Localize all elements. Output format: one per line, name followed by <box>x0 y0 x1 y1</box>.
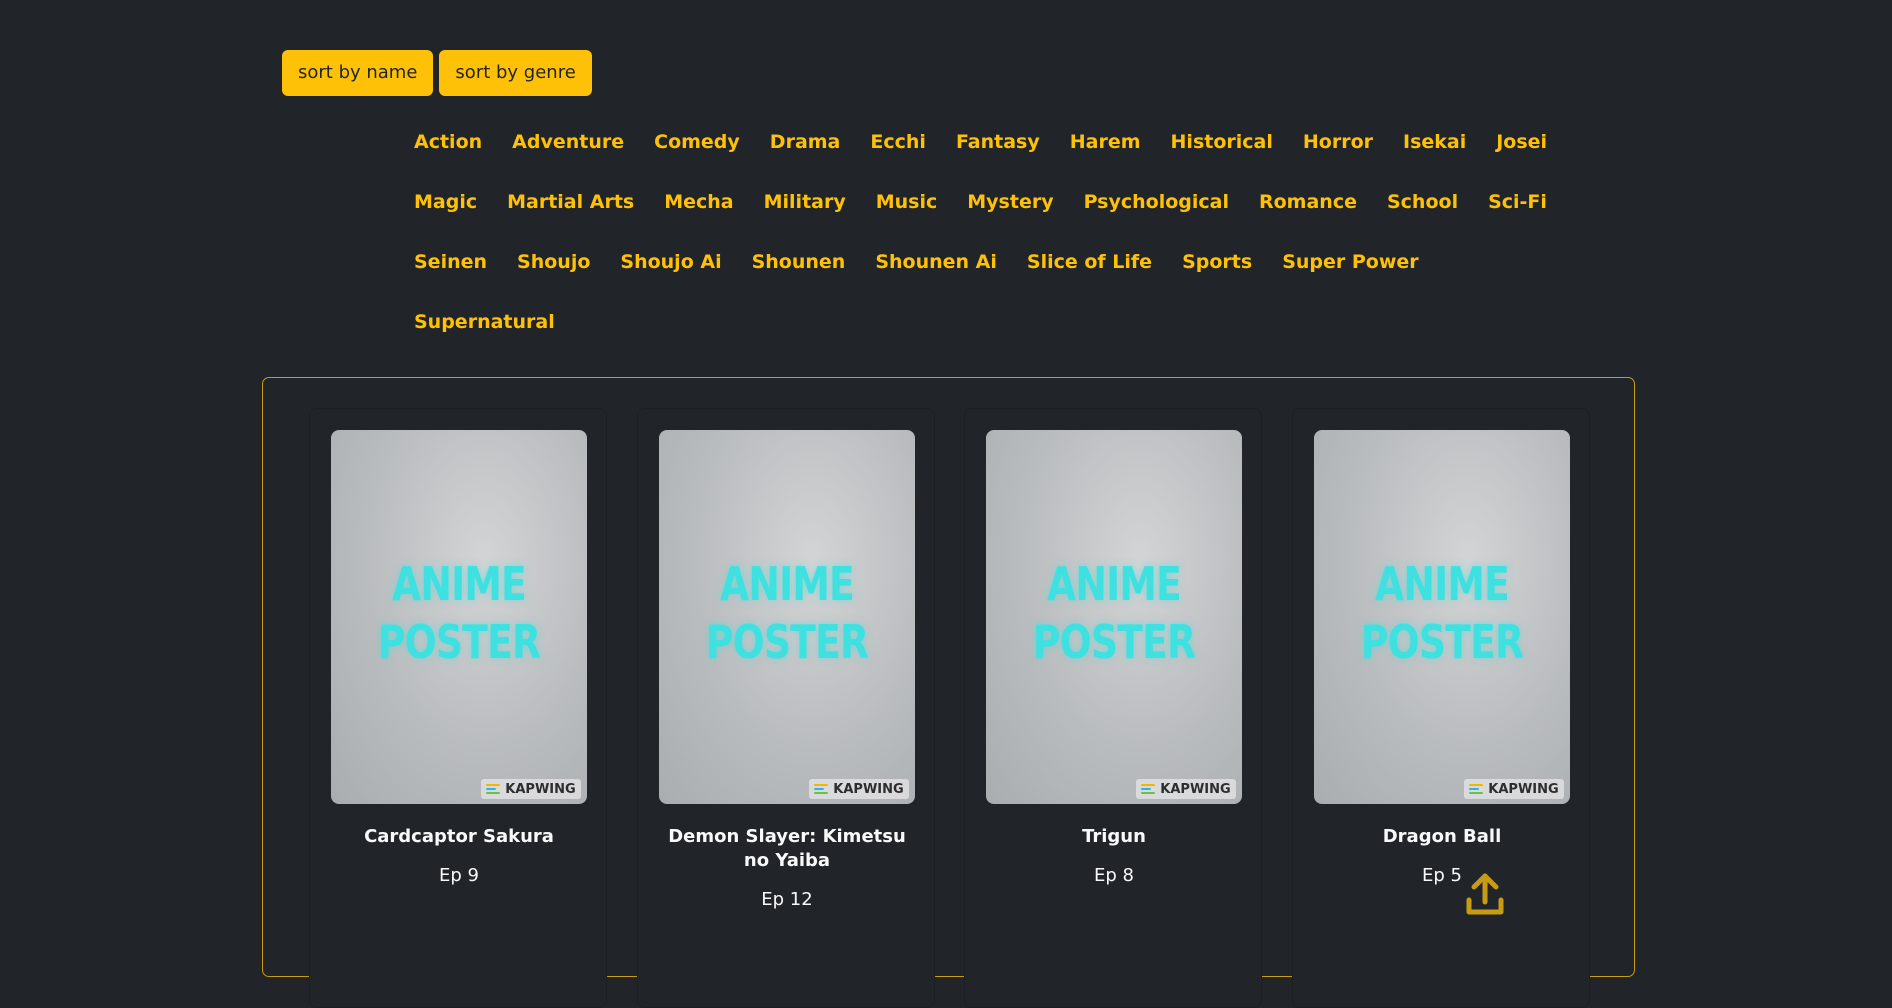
poster-watermark: KAPWING <box>481 779 581 799</box>
anime-card[interactable]: ANIME POSTER KAPWING Demon Slayer: Kimet… <box>637 408 935 1008</box>
poster-text-line2: POSTER <box>705 615 869 669</box>
genre-link-magic[interactable]: Magic <box>414 191 477 213</box>
genre-link-slice-of-life[interactable]: Slice of Life <box>1027 251 1152 273</box>
anime-poster[interactable]: ANIME POSTER KAPWING <box>331 430 587 804</box>
genre-link-seinen[interactable]: Seinen <box>414 251 487 273</box>
genre-link-harem[interactable]: Harem <box>1070 131 1141 153</box>
genre-link-comedy[interactable]: Comedy <box>654 131 740 153</box>
poster-text-line1: ANIME <box>719 557 855 611</box>
anime-card[interactable]: ANIME POSTER KAPWING Trigun Ep 8 <box>964 408 1262 1008</box>
anime-episode: Ep 8 <box>1094 865 1134 886</box>
genre-link-historical[interactable]: Historical <box>1171 131 1273 153</box>
genre-link-school[interactable]: School <box>1387 191 1458 213</box>
genre-link-shoujo-ai[interactable]: Shoujo Ai <box>620 251 721 273</box>
poster-text: ANIME POSTER <box>1337 555 1547 671</box>
genre-link-mystery[interactable]: Mystery <box>967 191 1053 213</box>
genre-link-sci-fi[interactable]: Sci-Fi <box>1488 191 1547 213</box>
genre-link-shoujo[interactable]: Shoujo <box>517 251 590 273</box>
kapwing-logo-icon <box>814 784 829 794</box>
anime-poster[interactable]: ANIME POSTER KAPWING <box>659 430 915 804</box>
poster-text-line1: ANIME <box>1046 557 1182 611</box>
genre-link-military[interactable]: Military <box>764 191 846 213</box>
genre-row: Supernatural <box>414 292 1474 352</box>
genre-link-sports[interactable]: Sports <box>1182 251 1252 273</box>
genre-link-shounen-ai[interactable]: Shounen Ai <box>875 251 997 273</box>
anime-episode: Ep 12 <box>761 889 813 910</box>
genre-row: Magic Martial Arts Mecha Military Music … <box>414 172 1547 232</box>
genre-row: Seinen Shoujo Shoujo Ai Shounen Shounen … <box>414 232 1474 292</box>
watermark-label: KAPWING <box>1160 781 1231 797</box>
genre-link-romance[interactable]: Romance <box>1259 191 1357 213</box>
genre-link-ecchi[interactable]: Ecchi <box>870 131 926 153</box>
anime-card[interactable]: ANIME POSTER KAPWING Cardcaptor Sakura E… <box>309 408 607 1008</box>
poster-watermark: KAPWING <box>1136 779 1236 799</box>
genre-link-mecha[interactable]: Mecha <box>664 191 733 213</box>
kapwing-logo-icon <box>486 784 501 794</box>
poster-text-line2: POSTER <box>377 615 541 669</box>
anime-title: Trigun <box>1082 826 1146 847</box>
kapwing-logo-icon <box>1469 784 1484 794</box>
genre-link-martial-arts[interactable]: Martial Arts <box>507 191 634 213</box>
poster-text: ANIME POSTER <box>354 555 564 671</box>
sort-bar: sort by name sort by genre <box>282 50 592 96</box>
poster-text: ANIME POSTER <box>682 555 892 671</box>
poster-watermark: KAPWING <box>1464 779 1564 799</box>
anime-poster[interactable]: ANIME POSTER KAPWING <box>1314 430 1570 804</box>
anime-title: Demon Slayer: Kimetsu no Yaiba <box>668 826 906 871</box>
watermark-label: KAPWING <box>505 781 576 797</box>
poster-watermark: KAPWING <box>809 779 909 799</box>
genre-link-super-power[interactable]: Super Power <box>1282 251 1418 273</box>
anime-poster[interactable]: ANIME POSTER KAPWING <box>986 430 1242 804</box>
poster-text-line1: ANIME <box>1374 557 1510 611</box>
genre-row: Action Adventure Comedy Drama Ecchi Fant… <box>414 112 1547 172</box>
watermark-label: KAPWING <box>833 781 904 797</box>
poster-text: ANIME POSTER <box>1009 555 1219 671</box>
genre-link-isekai[interactable]: Isekai <box>1403 131 1466 153</box>
watermark-label: KAPWING <box>1488 781 1559 797</box>
sort-by-genre-button[interactable]: sort by genre <box>439 50 592 96</box>
anime-title: Dragon Ball <box>1382 826 1502 847</box>
genre-link-josei[interactable]: Josei <box>1496 131 1547 153</box>
poster-text-line2: POSTER <box>1032 615 1196 669</box>
genre-link-fantasy[interactable]: Fantasy <box>956 131 1040 153</box>
scroll-to-top-button[interactable] <box>1466 872 1504 916</box>
anime-episode: Ep 5 <box>1422 865 1462 886</box>
poster-text-line1: ANIME <box>391 557 527 611</box>
poster-text-line2: POSTER <box>1360 615 1524 669</box>
genre-filter-list: Action Adventure Comedy Drama Ecchi Fant… <box>414 112 1547 352</box>
genre-link-adventure[interactable]: Adventure <box>512 131 624 153</box>
anime-episode: Ep 9 <box>439 865 479 886</box>
genre-link-supernatural[interactable]: Supernatural <box>414 311 555 333</box>
genre-link-shounen[interactable]: Shounen <box>752 251 846 273</box>
genre-link-music[interactable]: Music <box>876 191 938 213</box>
kapwing-logo-icon <box>1141 784 1156 794</box>
genre-link-psychological[interactable]: Psychological <box>1084 191 1229 213</box>
anime-title: Cardcaptor Sakura <box>364 826 554 847</box>
genre-link-horror[interactable]: Horror <box>1303 131 1373 153</box>
anime-card[interactable]: ANIME POSTER KAPWING Dragon Ball Ep 5 <box>1292 408 1590 1008</box>
genre-link-drama[interactable]: Drama <box>770 131 841 153</box>
genre-link-action[interactable]: Action <box>414 131 482 153</box>
arrow-up-from-tray-icon <box>1466 873 1504 915</box>
sort-by-name-button[interactable]: sort by name <box>282 50 434 96</box>
